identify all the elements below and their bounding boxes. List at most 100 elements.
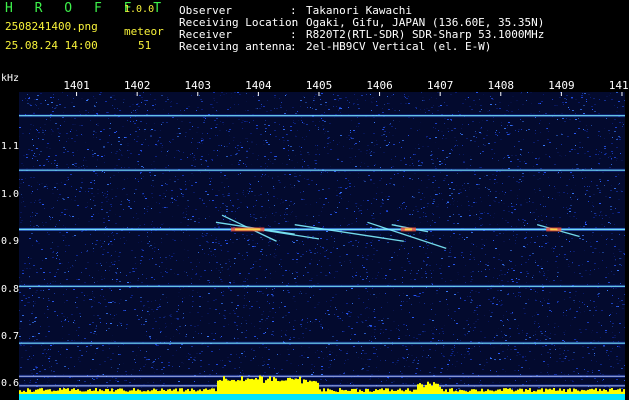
noise-pixel	[243, 163, 244, 164]
noise-pixel	[520, 205, 522, 206]
noise-pixel	[32, 245, 33, 246]
noise-pixel	[490, 104, 492, 105]
noise-pixel	[171, 198, 173, 199]
noise-pixel	[471, 232, 473, 233]
noise-pixel	[454, 128, 456, 129]
noise-pixel	[253, 96, 254, 97]
noise-pixel	[538, 103, 539, 104]
noise-pixel	[90, 234, 91, 235]
noise-pixel	[47, 382, 48, 383]
noise-pixel	[109, 135, 110, 136]
noise-pixel	[497, 278, 498, 279]
noise-pixel	[287, 290, 289, 291]
noise-pixel	[160, 143, 162, 144]
noise-pixel	[36, 269, 37, 270]
noise-pixel	[488, 195, 489, 196]
noise-pixel	[543, 196, 544, 197]
noise-pixel	[307, 238, 309, 239]
noise-pixel	[336, 355, 337, 356]
noise-pixel	[154, 130, 156, 131]
noise-pixel	[30, 221, 31, 222]
noise-pixel	[569, 179, 570, 180]
noise-pixel	[272, 163, 274, 164]
noise-pixel	[402, 345, 404, 346]
noise-pixel	[116, 151, 117, 152]
noise-pixel	[223, 194, 224, 195]
noise-pixel	[327, 136, 328, 137]
noise-pixel	[243, 194, 244, 195]
noise-pixel	[185, 184, 186, 185]
noise-pixel	[350, 312, 352, 313]
noise-pixel	[64, 320, 66, 321]
noise-pixel	[245, 196, 246, 197]
noise-pixel	[154, 243, 155, 244]
noise-pixel	[611, 151, 613, 152]
noise-pixel	[594, 111, 596, 112]
noise-pixel	[214, 322, 216, 323]
noise-pixel	[589, 274, 591, 275]
noise-pixel	[442, 331, 444, 332]
noise-pixel	[279, 124, 280, 125]
noise-pixel	[389, 260, 391, 261]
noise-pixel	[215, 207, 217, 208]
noise-pixel	[314, 104, 315, 105]
noise-pixel	[414, 359, 415, 360]
noise-pixel	[500, 345, 501, 346]
noise-pixel	[444, 159, 445, 160]
noise-pixel	[609, 95, 610, 96]
noise-pixel	[111, 255, 112, 256]
noise-pixel	[408, 253, 409, 254]
noise-pixel	[201, 109, 203, 110]
noise-pixel	[356, 221, 357, 222]
noise-pixel	[239, 160, 241, 161]
noise-pixel	[236, 153, 238, 154]
noise-pixel	[528, 299, 529, 300]
noise-pixel	[94, 301, 95, 302]
noise-pixel	[582, 264, 583, 265]
noise-pixel	[270, 278, 271, 279]
noise-pixel	[464, 239, 465, 240]
noise-pixel	[66, 349, 68, 350]
noise-pixel	[205, 191, 207, 192]
noise-pixel	[197, 312, 198, 313]
noise-pixel	[275, 235, 276, 236]
noise-pixel	[391, 126, 393, 127]
noise-pixel	[616, 92, 618, 93]
noise-pixel	[300, 106, 301, 107]
noise-pixel	[330, 300, 332, 301]
noise-pixel	[574, 149, 576, 150]
noise-pixel	[371, 151, 372, 152]
noise-pixel	[239, 357, 240, 358]
noise-pixel	[33, 145, 34, 146]
noise-pixel	[346, 353, 348, 354]
noise-pixel	[47, 350, 48, 351]
noise-pixel	[520, 154, 521, 155]
noise-pixel	[369, 149, 370, 150]
noise-pixel	[200, 366, 202, 367]
noise-pixel	[176, 350, 177, 351]
noise-pixel	[221, 145, 222, 146]
noise-pixel	[576, 368, 578, 369]
noise-pixel	[329, 354, 331, 355]
noise-pixel	[31, 186, 32, 187]
noise-pixel	[508, 345, 509, 346]
noise-pixel	[424, 331, 426, 332]
noise-pixel	[305, 267, 306, 268]
noise-pixel	[222, 295, 224, 296]
noise-pixel	[528, 152, 529, 153]
noise-pixel	[273, 188, 275, 189]
noise-pixel	[568, 107, 569, 108]
noise-pixel	[448, 256, 450, 257]
noise-pixel	[36, 368, 37, 369]
noise-pixel	[107, 191, 108, 192]
noise-pixel	[361, 213, 362, 214]
noise-pixel	[149, 337, 151, 338]
noise-pixel	[35, 367, 36, 368]
noise-pixel	[401, 267, 403, 268]
noise-pixel	[374, 165, 375, 166]
noise-pixel	[450, 355, 452, 356]
noise-pixel	[350, 132, 351, 133]
noise-pixel	[594, 307, 595, 308]
noise-pixel	[100, 131, 102, 132]
noise-pixel	[316, 220, 317, 221]
